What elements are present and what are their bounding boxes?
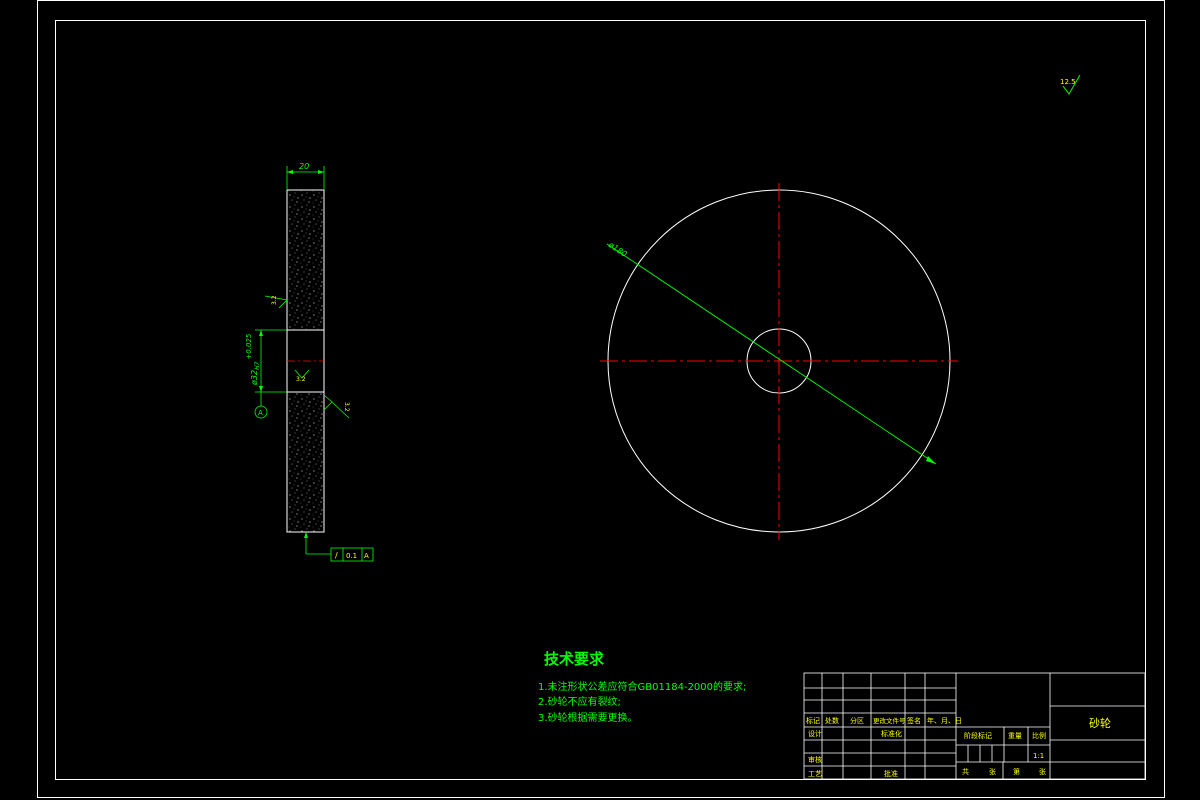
svg-text:3.2: 3.2 — [271, 295, 278, 305]
svg-text:第: 第 — [1013, 767, 1020, 776]
tech-req-item-3: 3.砂轮根据需要更换。 — [538, 711, 638, 724]
svg-text:3.2: 3.2 — [296, 376, 306, 383]
roughness-symbol-bore: 3.2 — [294, 369, 310, 383]
svg-text:批准: 批准 — [884, 769, 898, 778]
outer-frame — [37, 0, 1165, 798]
svg-text:工艺: 工艺 — [808, 770, 822, 778]
roughness-symbol-right: 3.2 — [323, 394, 350, 419]
tech-req-item-1: 1.未注形状公差应符合GB01184-2000的要求; — [538, 680, 746, 693]
svg-text:阶段标记: 阶段标记 — [964, 731, 992, 740]
svg-text:更改文件号: 更改文件号 — [873, 716, 906, 725]
svg-text:标准化: 标准化 — [881, 729, 902, 738]
wheel-lower-section — [286, 391, 325, 533]
title-block-text: 标记 处数 分区 更改文件号 签名 年、月、日 设计 标准化 审核 工艺 批准 … — [806, 716, 1111, 778]
svg-text:分区: 分区 — [850, 716, 864, 725]
tech-req-item-2: 2.砂轮不应有裂纹; — [538, 695, 621, 708]
roughness-symbol-top: 3.2 — [264, 295, 288, 309]
svg-text:0.1: 0.1 — [346, 552, 357, 560]
svg-text:标记: 标记 — [806, 716, 820, 725]
drawing-canvas: 12.5 20 ø32H7+0.025 A 3.2 3.2 3.2 / 0.1 … — [37, 0, 1165, 798]
front-view: ø180 — [600, 183, 958, 540]
tech-req-title: 技术要求 — [544, 650, 605, 668]
svg-text:签名: 签名 — [907, 716, 921, 725]
svg-text:审核: 审核 — [808, 755, 822, 764]
side-view: 20 ø32H7+0.025 A 3.2 3.2 3.2 / 0.1 A — [245, 162, 374, 562]
general-roughness-symbol: 12.5 — [1060, 74, 1081, 95]
svg-text:张: 张 — [1039, 767, 1046, 776]
svg-text:比例: 比例 — [1032, 731, 1046, 740]
datum-label: A — [258, 409, 263, 417]
technical-requirements: 技术要求 1.未注形状公差应符合GB01184-2000的要求; 2.砂轮不应有… — [538, 650, 746, 724]
width-dimension: 20 — [299, 162, 309, 171]
svg-text:重量: 重量 — [1008, 732, 1022, 740]
svg-text:年、月、日: 年、月、日 — [927, 716, 962, 725]
wheel-upper-section — [286, 189, 325, 331]
general-roughness-value: 12.5 — [1060, 78, 1076, 86]
svg-text:3.2: 3.2 — [343, 402, 350, 412]
svg-text:A: A — [364, 552, 369, 560]
feature-control-frame: / 0.1 A — [330, 547, 374, 562]
bore-dimension: ø32H7+0.025 — [245, 333, 261, 386]
scale-value: 1:1 — [1033, 752, 1044, 760]
svg-text:设计: 设计 — [808, 729, 822, 738]
diameter-dimension-line — [606, 243, 937, 465]
svg-text:共: 共 — [962, 767, 969, 776]
svg-text:/: / — [335, 551, 338, 560]
svg-text:处数: 处数 — [825, 716, 839, 725]
svg-text:张: 张 — [989, 767, 996, 776]
part-name: 砂轮 — [1089, 716, 1111, 730]
diameter-dimension: ø180 — [606, 240, 629, 259]
